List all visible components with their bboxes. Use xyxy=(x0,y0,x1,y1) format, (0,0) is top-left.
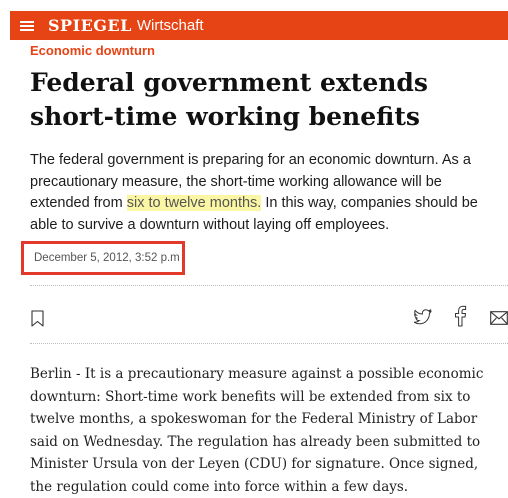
article-lead: The federal government is preparing for … xyxy=(30,150,495,236)
section-title[interactable]: Wirtschaft xyxy=(137,17,204,34)
header-bar: SPIEGEL Wirtschaft xyxy=(10,11,508,40)
facebook-icon[interactable] xyxy=(453,305,467,327)
mail-icon[interactable] xyxy=(490,311,508,325)
divider-bottom xyxy=(30,343,508,344)
article-kicker: Economic downturn xyxy=(30,43,155,58)
spiegel-logo[interactable]: SPIEGEL xyxy=(48,16,132,35)
article-headline: Federal government extends short-time wo… xyxy=(30,68,428,131)
bookmark-icon[interactable] xyxy=(31,310,44,327)
twitter-icon[interactable] xyxy=(414,309,432,325)
publish-date: December 5, 2012, 3:52 p.m xyxy=(34,252,180,264)
lead-highlight: six to twelve months. xyxy=(126,195,262,211)
article-body-paragraph: Berlin - It is a precautionary measure a… xyxy=(30,366,484,495)
divider-top xyxy=(30,285,508,286)
hamburger-menu-icon[interactable] xyxy=(20,20,34,31)
publish-date-annotation-box: December 5, 2012, 3:52 p.m xyxy=(21,241,185,275)
